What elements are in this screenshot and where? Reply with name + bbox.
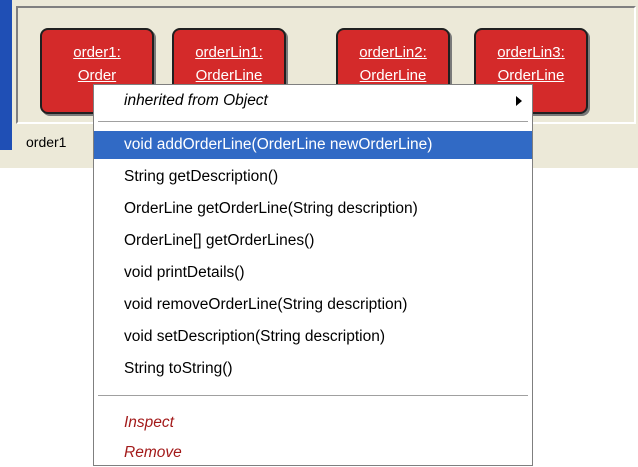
menu-item-get-description[interactable]: String getDescription() (94, 163, 532, 191)
menu-item-label: String getDescription() (124, 168, 279, 185)
submenu-arrow-icon (516, 96, 522, 106)
bench-status-text: order1 (26, 134, 67, 150)
object-name: orderLin3: (497, 44, 565, 61)
menu-item-label: void setDescription(String description) (124, 328, 386, 345)
object-type: OrderLine (497, 67, 565, 84)
object-type: OrderLine (359, 67, 427, 84)
menu-separator (98, 121, 528, 123)
menu-item-get-order-lines[interactable]: OrderLine[] getOrderLines() (94, 227, 532, 255)
menu-item-remove[interactable]: Remove (94, 439, 532, 467)
menu-separator (98, 395, 528, 397)
menu-item-label: Inspect (124, 414, 174, 431)
object-context-menu: inherited from Object void addOrderLine(… (93, 84, 533, 466)
object-name: order1: (73, 44, 121, 61)
object-name: orderLin1: (195, 44, 263, 61)
menu-item-label: inherited from Object (124, 92, 268, 109)
menu-item-set-description[interactable]: void setDescription(String description) (94, 323, 532, 351)
menu-item-label: void removeOrderLine(String description) (124, 296, 408, 313)
menu-item-label: OrderLine getOrderLine(String descriptio… (124, 200, 418, 217)
menu-item-print-details[interactable]: void printDetails() (94, 259, 532, 287)
menu-item-remove-order-line[interactable]: void removeOrderLine(String description) (94, 291, 532, 319)
menu-item-get-order-line[interactable]: OrderLine getOrderLine(String descriptio… (94, 195, 532, 223)
object-type: OrderLine (195, 67, 263, 84)
object-type: Order (77, 67, 117, 84)
menu-item-to-string[interactable]: String toString() (94, 355, 532, 383)
menu-item-label: Remove (124, 444, 182, 461)
menu-item-inspect[interactable]: Inspect (94, 409, 532, 437)
bench-left-bar (0, 0, 12, 150)
menu-item-inherited-from-object[interactable]: inherited from Object (94, 87, 532, 115)
menu-item-add-order-line[interactable]: void addOrderLine(OrderLine newOrderLine… (94, 131, 532, 159)
menu-item-label: OrderLine[] getOrderLines() (124, 232, 315, 249)
menu-item-label: void addOrderLine(OrderLine newOrderLine… (124, 136, 433, 153)
menu-item-label: void printDetails() (124, 264, 245, 281)
object-name: orderLin2: (359, 44, 427, 61)
menu-item-label: String toString() (124, 360, 233, 377)
